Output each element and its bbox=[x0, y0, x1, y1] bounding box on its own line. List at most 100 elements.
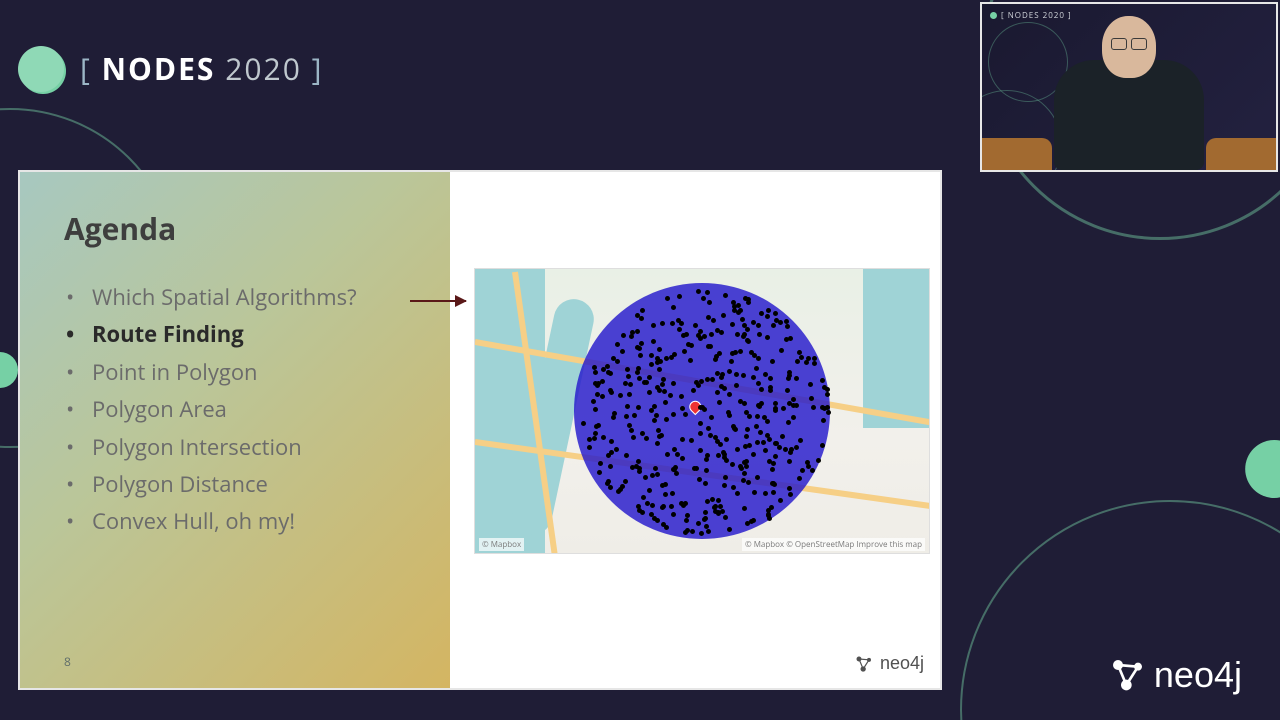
map-point-dot bbox=[811, 405, 816, 410]
map-point-dot bbox=[670, 491, 675, 496]
map-point-dot bbox=[643, 475, 648, 480]
map-point-dot bbox=[741, 478, 746, 483]
map-point-dot bbox=[620, 349, 625, 354]
map-point-dot bbox=[587, 445, 592, 450]
agenda-item-label: Convex Hull, oh my! bbox=[92, 506, 295, 536]
map-point-dot bbox=[826, 410, 831, 415]
map-point-dot bbox=[781, 406, 786, 411]
slide-page-number: 8 bbox=[64, 653, 71, 670]
map-point-dot bbox=[665, 452, 670, 457]
map-point-dot bbox=[628, 382, 633, 387]
desk-left bbox=[982, 138, 1052, 170]
map-point-dot bbox=[731, 300, 736, 305]
map-point-dot bbox=[696, 383, 701, 388]
map-point-dot bbox=[743, 444, 748, 449]
map-point-dot bbox=[770, 467, 775, 472]
map-water-east bbox=[863, 269, 929, 428]
map-point-dot bbox=[754, 366, 759, 371]
map-point-dot bbox=[698, 448, 703, 453]
event-year: 2020 bbox=[225, 48, 302, 89]
decor-dot-mid-left bbox=[0, 352, 18, 388]
map-point-dot bbox=[669, 355, 674, 360]
map-point-dot bbox=[751, 320, 756, 325]
webcam-badge-text: [ NODES 2020 ] bbox=[1001, 10, 1072, 21]
map-point-dot bbox=[719, 384, 724, 389]
map-point-dot bbox=[721, 313, 726, 318]
map-point-dot bbox=[794, 445, 799, 450]
map-point-dot bbox=[630, 330, 635, 335]
event-title: [ NODES 2020 ] bbox=[80, 48, 323, 89]
map-point-dot bbox=[742, 471, 747, 476]
map-point-dot bbox=[798, 438, 803, 443]
slide-right-panel: © Mapbox © Mapbox © OpenStreetMap Improv… bbox=[450, 172, 940, 688]
map-illustration: © Mapbox © Mapbox © OpenStreetMap Improv… bbox=[474, 268, 930, 554]
map-point-dot bbox=[799, 355, 804, 360]
map-point-dot bbox=[763, 372, 768, 377]
agenda-item-label: Which Spatial Algorithms? bbox=[92, 282, 357, 312]
slide-footer-logo: neo4j bbox=[854, 653, 924, 674]
map-point-dot bbox=[683, 412, 688, 417]
map-point-dot bbox=[769, 505, 774, 510]
map-point-dot bbox=[698, 405, 703, 410]
neo4j-glyph-icon bbox=[854, 654, 874, 674]
map-point-dot bbox=[593, 407, 598, 412]
map-point-dot bbox=[661, 522, 666, 527]
map-point-dot bbox=[770, 359, 775, 364]
map-point-dot bbox=[757, 332, 762, 337]
map-point-dot bbox=[679, 394, 684, 399]
webcam-event-badge: [ NODES 2020 ] bbox=[990, 10, 1072, 21]
map-point-dot bbox=[682, 349, 687, 354]
map-point-dot bbox=[772, 482, 777, 487]
agenda-item: Polygon Area bbox=[64, 391, 428, 428]
map-point-dot bbox=[649, 512, 654, 517]
map-point-dot bbox=[734, 372, 739, 377]
map-point-dot bbox=[655, 441, 660, 446]
map-point-dot bbox=[597, 470, 602, 475]
map-point-dot bbox=[715, 390, 720, 395]
map-point-dot bbox=[637, 466, 642, 471]
map-point-dot bbox=[701, 296, 706, 301]
map-point-dot bbox=[671, 381, 676, 386]
map-point-dot bbox=[726, 410, 731, 415]
agenda-item-label: Polygon Area bbox=[92, 394, 227, 424]
map-point-dot bbox=[669, 504, 674, 509]
map-point-dot bbox=[723, 475, 728, 480]
map-point-dot bbox=[820, 378, 825, 383]
map-point-dot bbox=[735, 447, 740, 452]
map-point-dot bbox=[595, 392, 600, 397]
map-point-dot bbox=[780, 434, 785, 439]
map-point-dot bbox=[730, 462, 735, 467]
map-point-dot bbox=[690, 529, 695, 534]
map-point-dot bbox=[816, 458, 821, 463]
map-point-dot bbox=[645, 501, 650, 506]
map-point-dot bbox=[754, 424, 759, 429]
speaker-webcam: [ NODES 2020 ] bbox=[980, 2, 1278, 172]
map-point-dot bbox=[786, 376, 791, 381]
map-point-dot bbox=[595, 383, 600, 388]
map-point-dot bbox=[778, 498, 783, 503]
agenda-item: Point in Polygon bbox=[64, 354, 428, 391]
map-point-dot bbox=[759, 311, 764, 316]
map-point-dot bbox=[656, 428, 661, 433]
map-point-dot bbox=[637, 376, 642, 381]
agenda-item-label: Point in Polygon bbox=[92, 357, 258, 387]
map-point-dot bbox=[797, 350, 802, 355]
map-point-dot bbox=[605, 481, 610, 486]
map-point-dot bbox=[805, 460, 810, 465]
slide-heading: Agenda bbox=[64, 208, 428, 249]
map-point-dot bbox=[696, 333, 701, 338]
map-point-dot bbox=[773, 406, 778, 411]
map-point-dot bbox=[672, 447, 677, 452]
map-point-dot bbox=[702, 334, 707, 339]
map-point-dot bbox=[664, 417, 669, 422]
map-point-dot bbox=[685, 528, 690, 533]
map-point-dot bbox=[784, 319, 789, 324]
map-point-dot bbox=[771, 323, 776, 328]
map-point-dot bbox=[773, 401, 778, 406]
map-point-dot bbox=[755, 414, 760, 419]
pointer-arrow-icon bbox=[410, 300, 466, 302]
agenda-item-label: Polygon Intersection bbox=[92, 432, 302, 462]
map-point-dot bbox=[810, 468, 815, 473]
agenda-item: Polygon Intersection bbox=[64, 429, 428, 466]
map-point-dot bbox=[671, 412, 676, 417]
